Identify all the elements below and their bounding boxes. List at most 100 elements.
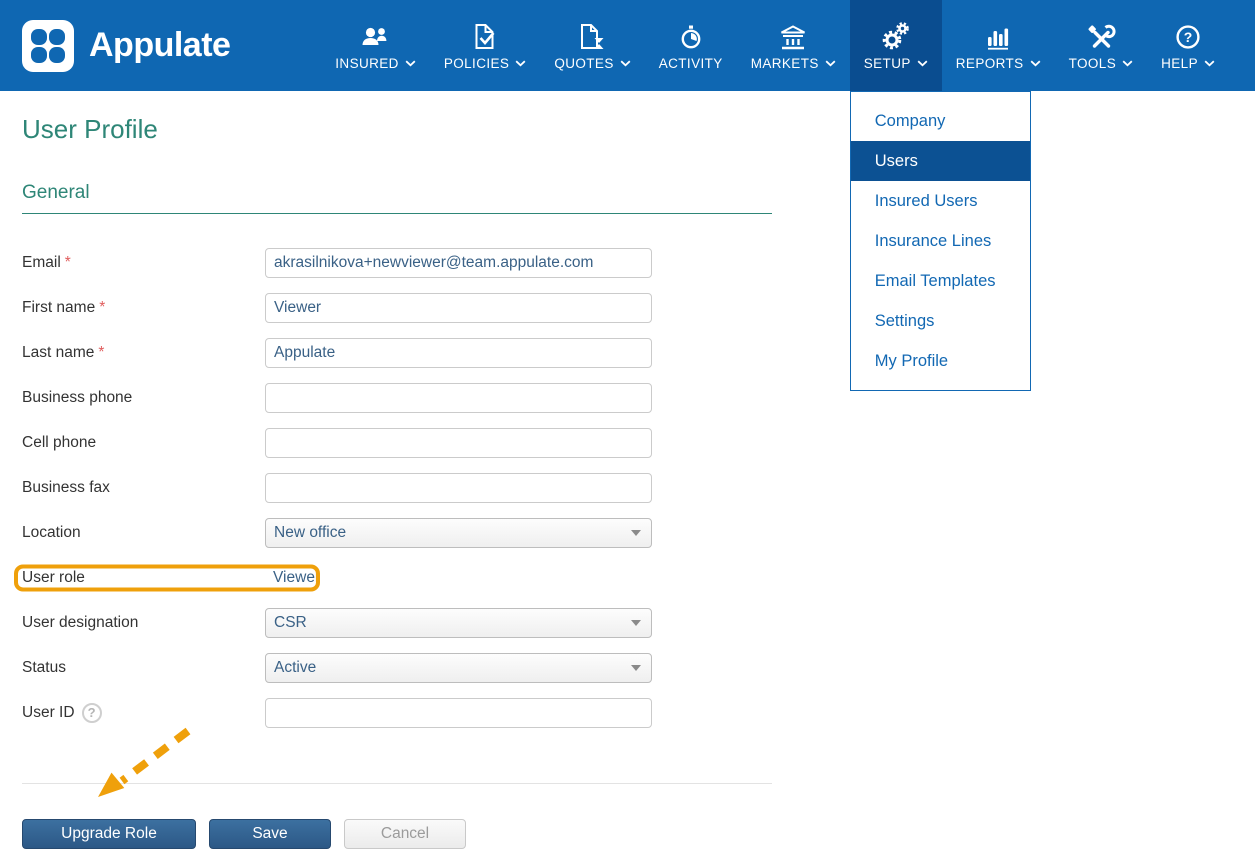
nav-activity[interactable]: ACTIVITY	[645, 0, 737, 91]
status-selected-value: Active	[274, 659, 316, 677]
location-selected-value: New office	[274, 524, 346, 542]
nav-quotes[interactable]: QUOTES	[540, 0, 644, 91]
users-icon	[359, 21, 393, 51]
bank-icon	[778, 21, 808, 51]
brand-name: Appulate	[89, 26, 230, 65]
business-phone-field[interactable]	[265, 383, 652, 413]
policy-check-icon	[472, 21, 499, 51]
menu-item-insurance-lines[interactable]: Insurance Lines	[851, 221, 1030, 261]
menu-item-settings[interactable]: Settings	[851, 301, 1030, 341]
tools-icon	[1086, 21, 1116, 51]
form-row-email: Email*	[22, 240, 1255, 285]
location-label: Location	[22, 524, 265, 542]
nav-policies[interactable]: POLICIES	[430, 0, 540, 91]
chevron-down-icon	[825, 60, 836, 67]
user-role-value: Viewer	[265, 569, 320, 587]
user-profile-page: User Profile General Email* First name* …	[0, 114, 1255, 849]
status-label: Status	[22, 659, 265, 677]
user-designation-label: User designation	[22, 614, 265, 632]
status-select[interactable]: Active	[265, 653, 652, 683]
chevron-down-icon	[405, 60, 416, 67]
nav-reports-label: REPORTS	[956, 56, 1041, 71]
nav-markets[interactable]: MARKETS	[737, 0, 850, 91]
form-row-first-name: First name*	[22, 285, 1255, 330]
last-name-label: Last name*	[22, 344, 265, 362]
nav-help-label: HELP	[1161, 56, 1215, 71]
form-row-user-designation: User designation CSR	[22, 600, 1255, 645]
cancel-button[interactable]: Cancel	[344, 819, 466, 849]
nav-setup-label: SETUP	[864, 56, 928, 71]
menu-item-company[interactable]: Company	[851, 101, 1030, 141]
user-designation-select[interactable]: CSR	[265, 608, 652, 638]
nav-insured-label: INSURED	[335, 56, 416, 71]
dropdown-arrow-icon	[631, 530, 641, 536]
brand[interactable]: Appulate	[0, 0, 260, 91]
nav-tools[interactable]: TOOLS	[1055, 0, 1148, 91]
user-id-field[interactable]	[265, 698, 652, 728]
first-name-field[interactable]	[265, 293, 652, 323]
main-nav: INSURED POLICIES	[321, 0, 1255, 91]
chevron-down-icon	[1030, 60, 1041, 67]
email-field[interactable]	[265, 248, 652, 278]
quote-hourglass-icon	[579, 21, 607, 51]
form-row-user-role: User role Viewer	[22, 555, 1255, 600]
form-actions: Upgrade Role Save Cancel	[22, 819, 1255, 849]
required-marker: *	[98, 344, 104, 362]
email-label: Email*	[22, 254, 265, 272]
user-id-label: User ID?	[22, 703, 265, 723]
nav-help[interactable]: ? HELP	[1147, 0, 1241, 91]
nav-insured[interactable]: INSURED	[321, 0, 430, 91]
last-name-field[interactable]	[265, 338, 652, 368]
stopwatch-icon	[677, 21, 705, 51]
cell-phone-label: Cell phone	[22, 434, 265, 452]
form-row-cell-phone: Cell phone	[22, 420, 1255, 465]
business-fax-field[interactable]	[265, 473, 652, 503]
location-select[interactable]: New office	[265, 518, 652, 548]
form-row-business-phone: Business phone	[22, 375, 1255, 420]
nav-policies-label: POLICIES	[444, 56, 526, 71]
page-title: User Profile	[22, 114, 1255, 145]
first-name-label: First name*	[22, 299, 265, 317]
upgrade-role-button[interactable]: Upgrade Role	[22, 819, 196, 849]
setup-dropdown-menu: Company Users Insured Users Insurance Li…	[850, 91, 1031, 391]
chevron-down-icon	[515, 60, 526, 67]
user-profile-form: Email* First name* Last name* Business p…	[22, 240, 1255, 735]
nav-activity-label: ACTIVITY	[659, 56, 723, 71]
business-fax-label: Business fax	[22, 479, 265, 497]
form-row-status: Status Active	[22, 645, 1255, 690]
form-row-location: Location New office	[22, 510, 1255, 555]
cell-phone-field[interactable]	[265, 428, 652, 458]
gears-icon	[881, 21, 911, 51]
bar-chart-icon	[984, 21, 1012, 51]
form-row-business-fax: Business fax	[22, 465, 1255, 510]
nav-setup[interactable]: SETUP Company Users Insured Users Insura…	[850, 0, 942, 91]
menu-item-users[interactable]: Users	[851, 141, 1030, 181]
form-row-last-name: Last name*	[22, 330, 1255, 375]
save-button[interactable]: Save	[209, 819, 331, 849]
dropdown-arrow-icon	[631, 620, 641, 626]
menu-item-my-profile[interactable]: My Profile	[851, 341, 1030, 381]
menu-item-insured-users[interactable]: Insured Users	[851, 181, 1030, 221]
general-section-heading: General	[22, 182, 772, 214]
nav-reports[interactable]: REPORTS	[942, 0, 1055, 91]
svg-text:?: ?	[1184, 29, 1193, 45]
required-marker: *	[65, 254, 71, 272]
chevron-down-icon	[620, 60, 631, 67]
chevron-down-icon	[1204, 60, 1215, 67]
help-tooltip-icon[interactable]: ?	[82, 703, 102, 723]
user-role-label: User role	[22, 569, 265, 587]
nav-tools-label: TOOLS	[1069, 56, 1134, 71]
user-designation-selected-value: CSR	[274, 614, 307, 632]
business-phone-label: Business phone	[22, 389, 265, 407]
chevron-down-icon	[1122, 60, 1133, 67]
required-marker: *	[99, 299, 105, 317]
nav-markets-label: MARKETS	[751, 56, 836, 71]
top-navigation-bar: Appulate INSURED POLICI	[0, 0, 1255, 91]
help-icon: ?	[1174, 21, 1202, 51]
nav-quotes-label: QUOTES	[554, 56, 630, 71]
form-row-user-id: User ID?	[22, 690, 1255, 735]
dropdown-arrow-icon	[631, 665, 641, 671]
appulate-logo-icon	[22, 20, 74, 72]
section-divider	[22, 783, 772, 784]
menu-item-email-templates[interactable]: Email Templates	[851, 261, 1030, 301]
